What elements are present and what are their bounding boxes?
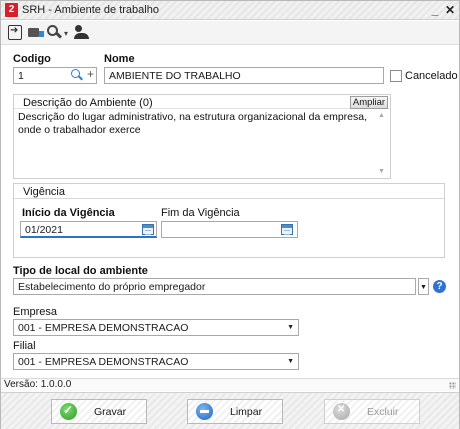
inicio-vigencia-field[interactable]: 01/2021 [20,221,157,238]
ampliar-button[interactable]: Ampliar [350,96,388,109]
chevron-down-icon[interactable]: ▼ [287,358,294,365]
descricao-header: Descrição do Ambiente (0) [14,95,390,109]
status-bar: Versão: 1.0.0.0 [1,378,459,391]
tipo-local-label: Tipo de local do ambiente [13,265,148,277]
exit-icon[interactable] [8,25,22,40]
window-title: SRH - Ambiente de trabalho [22,4,159,16]
plus-icon[interactable]: + [87,67,94,81]
user-icon[interactable] [74,25,90,40]
vigencia-header: Vigência [14,184,444,199]
help-icon[interactable]: ? [433,280,446,293]
descricao-label: Descrição do Ambiente (0) [23,97,153,109]
fim-vigencia-label: Fim da Vigência [161,207,240,219]
vigencia-group: Vigência Início da Vigência 01/2021 Fim … [13,183,445,258]
tipo-local-select[interactable]: Estabelecimento do próprio empregador [13,278,416,295]
resize-grip-icon[interactable] [449,382,456,389]
chevron-down-icon[interactable]: ▼ [287,324,294,331]
excluir-button[interactable]: Excluir [324,399,420,424]
limpar-label: Limpar [230,406,263,418]
tipo-local-dropdown-button[interactable]: ▼ [418,278,429,295]
search-icon[interactable]: ▾ [47,25,71,40]
inicio-vigencia-label: Início da Vigência [22,207,115,219]
main-window: 2 SRH - Ambiente de trabalho _ ✕ ▾ Codig… [0,0,460,429]
calendar-icon[interactable] [281,224,293,235]
tipo-local-value: Estabelecimento do próprio empregador [18,281,206,293]
calendar-icon[interactable] [142,224,154,235]
id-card-icon[interactable] [28,25,44,40]
empresa-value: 001 - EMPRESA DEMONSTRACAO [18,322,189,334]
delete-icon [333,403,350,420]
cancelado-checkbox[interactable] [390,70,402,82]
limpar-button[interactable]: Limpar [187,399,283,424]
filial-label: Filial [13,340,36,352]
scroll-down-icon[interactable]: ▼ [378,168,385,175]
codigo-label: Codigo [13,53,51,65]
filial-value: 001 - EMPRESA DEMONSTRACAO [18,356,189,368]
lookup-icon[interactable] [71,69,83,81]
version-text: Versão: 1.0.0.0 [4,379,72,390]
descricao-scrollbar[interactable]: ▲ ▼ [376,112,388,175]
filial-select[interactable]: 001 - EMPRESA DEMONSTRACAO ▼ [13,353,299,370]
cancelado-label: Cancelado [405,70,458,82]
title-bar[interactable]: 2 SRH - Ambiente de trabalho _ ✕ [1,1,459,20]
fim-vigencia-field[interactable] [161,221,298,238]
nome-label: Nome [104,53,135,65]
bottom-button-bar: Gravar Limpar Excluir [1,392,459,429]
codigo-field[interactable]: 1 [13,67,97,84]
gravar-button[interactable]: Gravar [51,399,147,424]
vigencia-label: Vigência [23,186,65,198]
check-icon [60,403,77,420]
descricao-group: Descrição do Ambiente (0) Ampliar Descri… [13,94,391,179]
excluir-label: Excluir [367,406,399,418]
minus-circle-icon [196,403,213,420]
close-button[interactable]: ✕ [443,2,457,18]
empresa-select[interactable]: 001 - EMPRESA DEMONSTRACAO ▼ [13,319,299,336]
descricao-textarea[interactable]: Descrição do lugar administrativo, na es… [18,111,368,137]
toolbar: ▾ [1,21,459,45]
empresa-label: Empresa [13,306,58,318]
scroll-up-icon[interactable]: ▲ [378,112,385,119]
gravar-label: Gravar [94,406,127,418]
chevron-down-icon[interactable]: ▾ [64,29,68,38]
app-logo-icon: 2 [5,3,18,17]
minimize-button[interactable]: _ [428,2,442,18]
nome-field[interactable]: AMBIENTE DO TRABALHO [104,67,384,84]
